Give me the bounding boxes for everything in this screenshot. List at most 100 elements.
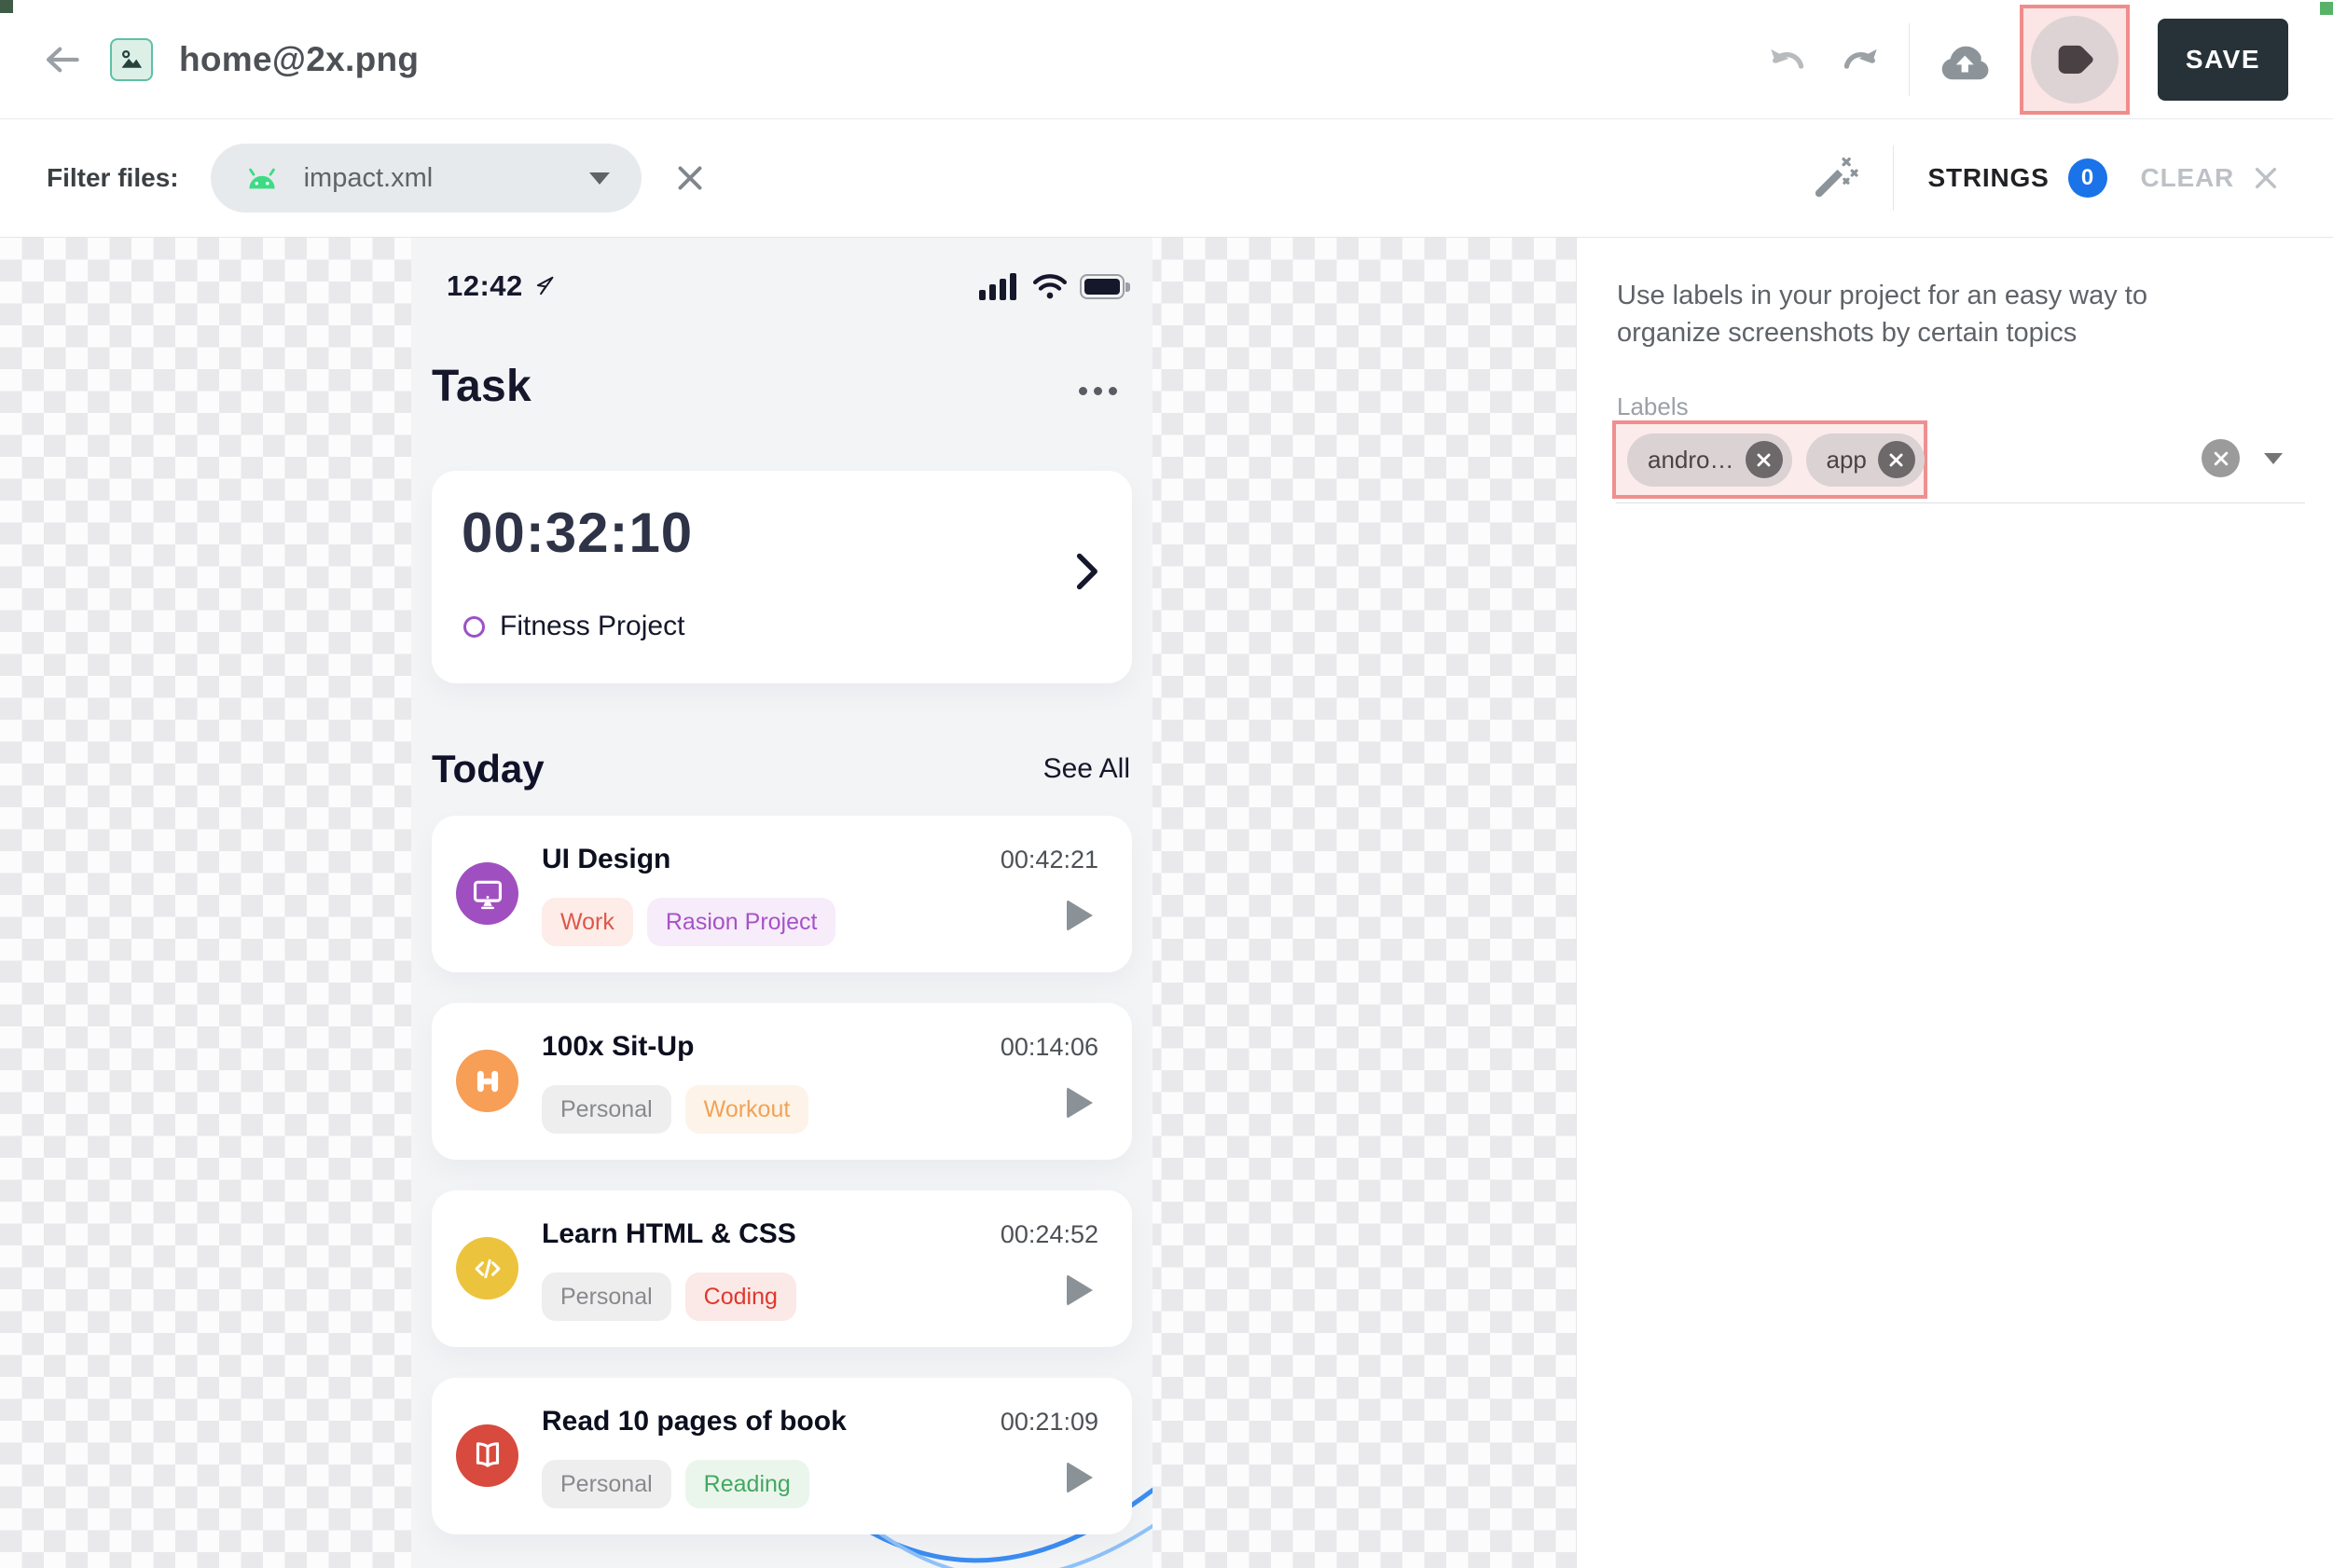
task-time: 00:21:09 — [1001, 1408, 1098, 1437]
top-toolbar: home@2x.png — [0, 0, 2333, 119]
task-tags: PersonalWorkout — [542, 1085, 808, 1134]
book-icon — [456, 1424, 518, 1487]
labels-field-title: Labels — [1617, 392, 1689, 421]
task-card: Read 10 pages of book 00:21:09 Personal R… — [432, 1378, 1132, 1534]
close-icon — [2212, 449, 2230, 468]
see-all-link: See All — [1043, 753, 1130, 785]
code-icon — [456, 1237, 518, 1300]
filter-divider — [1893, 145, 1894, 211]
label-chip-text: app — [1827, 446, 1867, 475]
play-icon — [1067, 1087, 1093, 1119]
play-icon — [1067, 1274, 1093, 1306]
filter-right-group: STRINGS 0 CLEAR — [1811, 145, 2333, 211]
label-tool-highlight — [2020, 5, 2130, 115]
magic-wand-icon — [1811, 154, 1859, 202]
task-tags: PersonalCoding — [542, 1272, 796, 1321]
toolbar-right-group: SAVE — [1767, 5, 2333, 115]
corner-artifact-right — [2320, 2, 2333, 15]
task-title: Learn HTML & CSS — [542, 1218, 796, 1250]
dumbbell-icon — [456, 1050, 518, 1112]
clear-all-labels-button[interactable] — [2202, 439, 2240, 477]
label-chip: app — [1806, 433, 1925, 487]
today-header-row: Today See All — [432, 747, 1130, 791]
label-tool-button[interactable] — [2031, 16, 2119, 103]
task-time: 00:24:52 — [1001, 1220, 1098, 1249]
task-card: 100x Sit-Up 00:14:06 PersonalWorkout — [432, 1003, 1132, 1160]
image-file-icon — [110, 38, 153, 81]
task-time: 00:42:21 — [1001, 846, 1098, 874]
remove-label-button[interactable] — [1878, 441, 1915, 478]
more-menu-icon — [1079, 387, 1117, 395]
screenshot-preview[interactable]: 12:42 — [411, 238, 1153, 1568]
task-list: UI Design 00:42:21 Work Rasion Project 10… — [432, 816, 1132, 1565]
battery-icon — [1080, 274, 1125, 299]
redo-icon — [1838, 40, 1881, 79]
task-title: Read 10 pages of book — [542, 1406, 847, 1437]
labels-field-underline — [1616, 502, 2305, 503]
signal-icon — [979, 272, 1020, 300]
cloud-upload-icon — [1938, 36, 1992, 83]
timer-card: 00:32:10 Fitness Project — [432, 471, 1132, 683]
phone-screen-title: Task — [432, 361, 531, 412]
today-title: Today — [432, 747, 545, 791]
labels-field-controls — [2202, 439, 2283, 477]
clear-close-icon — [2251, 163, 2281, 193]
clear-strings-button[interactable]: CLEAR — [2141, 163, 2281, 193]
labels-dropdown-caret[interactable] — [2264, 453, 2283, 464]
wifi-icon — [1031, 272, 1069, 300]
filter-files-label: Filter files: — [47, 163, 179, 193]
page-title: home@2x.png — [179, 40, 419, 79]
task-tag: Personal — [542, 1460, 671, 1508]
task-card: UI Design 00:42:21 Work Rasion Project — [432, 816, 1132, 972]
corner-artifact-left — [0, 0, 13, 13]
label-chip: andro… — [1627, 433, 1792, 487]
task-tag: Personal — [542, 1272, 671, 1321]
labels-panel: Use labels in your project for an easy w… — [1576, 238, 2333, 1568]
task-tag: Reading — [685, 1460, 809, 1508]
task-tag: Work — [542, 898, 633, 946]
status-time: 12:42 — [447, 269, 523, 303]
location-arrow-icon — [534, 273, 560, 299]
strings-tab[interactable]: STRINGS 0 — [1927, 158, 2106, 198]
phone-status-bar: 12:42 — [447, 262, 1125, 310]
remove-label-button[interactable] — [1746, 441, 1783, 478]
close-icon — [1887, 451, 1905, 469]
editor-canvas: 12:42 — [0, 238, 2333, 1568]
filter-left-group: Filter files: impact.xml — [0, 144, 707, 213]
phone-screen-header: Task — [432, 361, 1117, 412]
play-icon — [1067, 1462, 1093, 1493]
undo-icon — [1767, 40, 1810, 79]
timer-project-row: Fitness Project — [463, 611, 684, 642]
project-circle-icon — [463, 616, 485, 638]
play-icon — [1067, 900, 1093, 931]
clear-file-filter-button[interactable] — [673, 161, 707, 195]
file-filter-dropdown[interactable]: impact.xml — [211, 144, 642, 213]
filter-bar: Filter files: impact.xml STRINGS — [0, 119, 2333, 238]
chevron-down-icon — [589, 172, 610, 185]
undo-button[interactable] — [1767, 40, 1810, 79]
label-tag-icon — [2050, 35, 2099, 84]
redo-button[interactable] — [1838, 40, 1881, 79]
monitor-icon — [456, 862, 518, 925]
labels-description: Use labels in your project for an easy w… — [1617, 277, 2251, 351]
upload-button[interactable] — [1938, 36, 1992, 83]
labels-field[interactable]: andro… app — [1612, 420, 2305, 506]
toolbar-left-group: home@2x.png — [0, 37, 419, 82]
task-tags: Personal Reading — [542, 1460, 809, 1508]
task-title: 100x Sit-Up — [542, 1031, 694, 1063]
strings-count-badge: 0 — [2068, 158, 2107, 198]
task-card: Learn HTML & CSS 00:24:52 PersonalCoding — [432, 1190, 1132, 1347]
strings-label: STRINGS — [1927, 163, 2049, 193]
back-button[interactable] — [39, 37, 84, 82]
label-chip-text: andro… — [1648, 446, 1734, 475]
task-title: UI Design — [542, 844, 670, 875]
task-tags: Work Rasion Project — [542, 898, 835, 946]
task-time: 00:14:06 — [1001, 1033, 1098, 1062]
task-tag: Workout — [685, 1085, 809, 1134]
back-arrow-icon — [42, 43, 81, 76]
status-right — [979, 272, 1125, 300]
android-icon — [242, 163, 282, 193]
task-tag: Rasion Project — [647, 898, 836, 946]
auto-detect-button[interactable] — [1811, 154, 1859, 202]
save-button[interactable]: SAVE — [2158, 19, 2288, 101]
